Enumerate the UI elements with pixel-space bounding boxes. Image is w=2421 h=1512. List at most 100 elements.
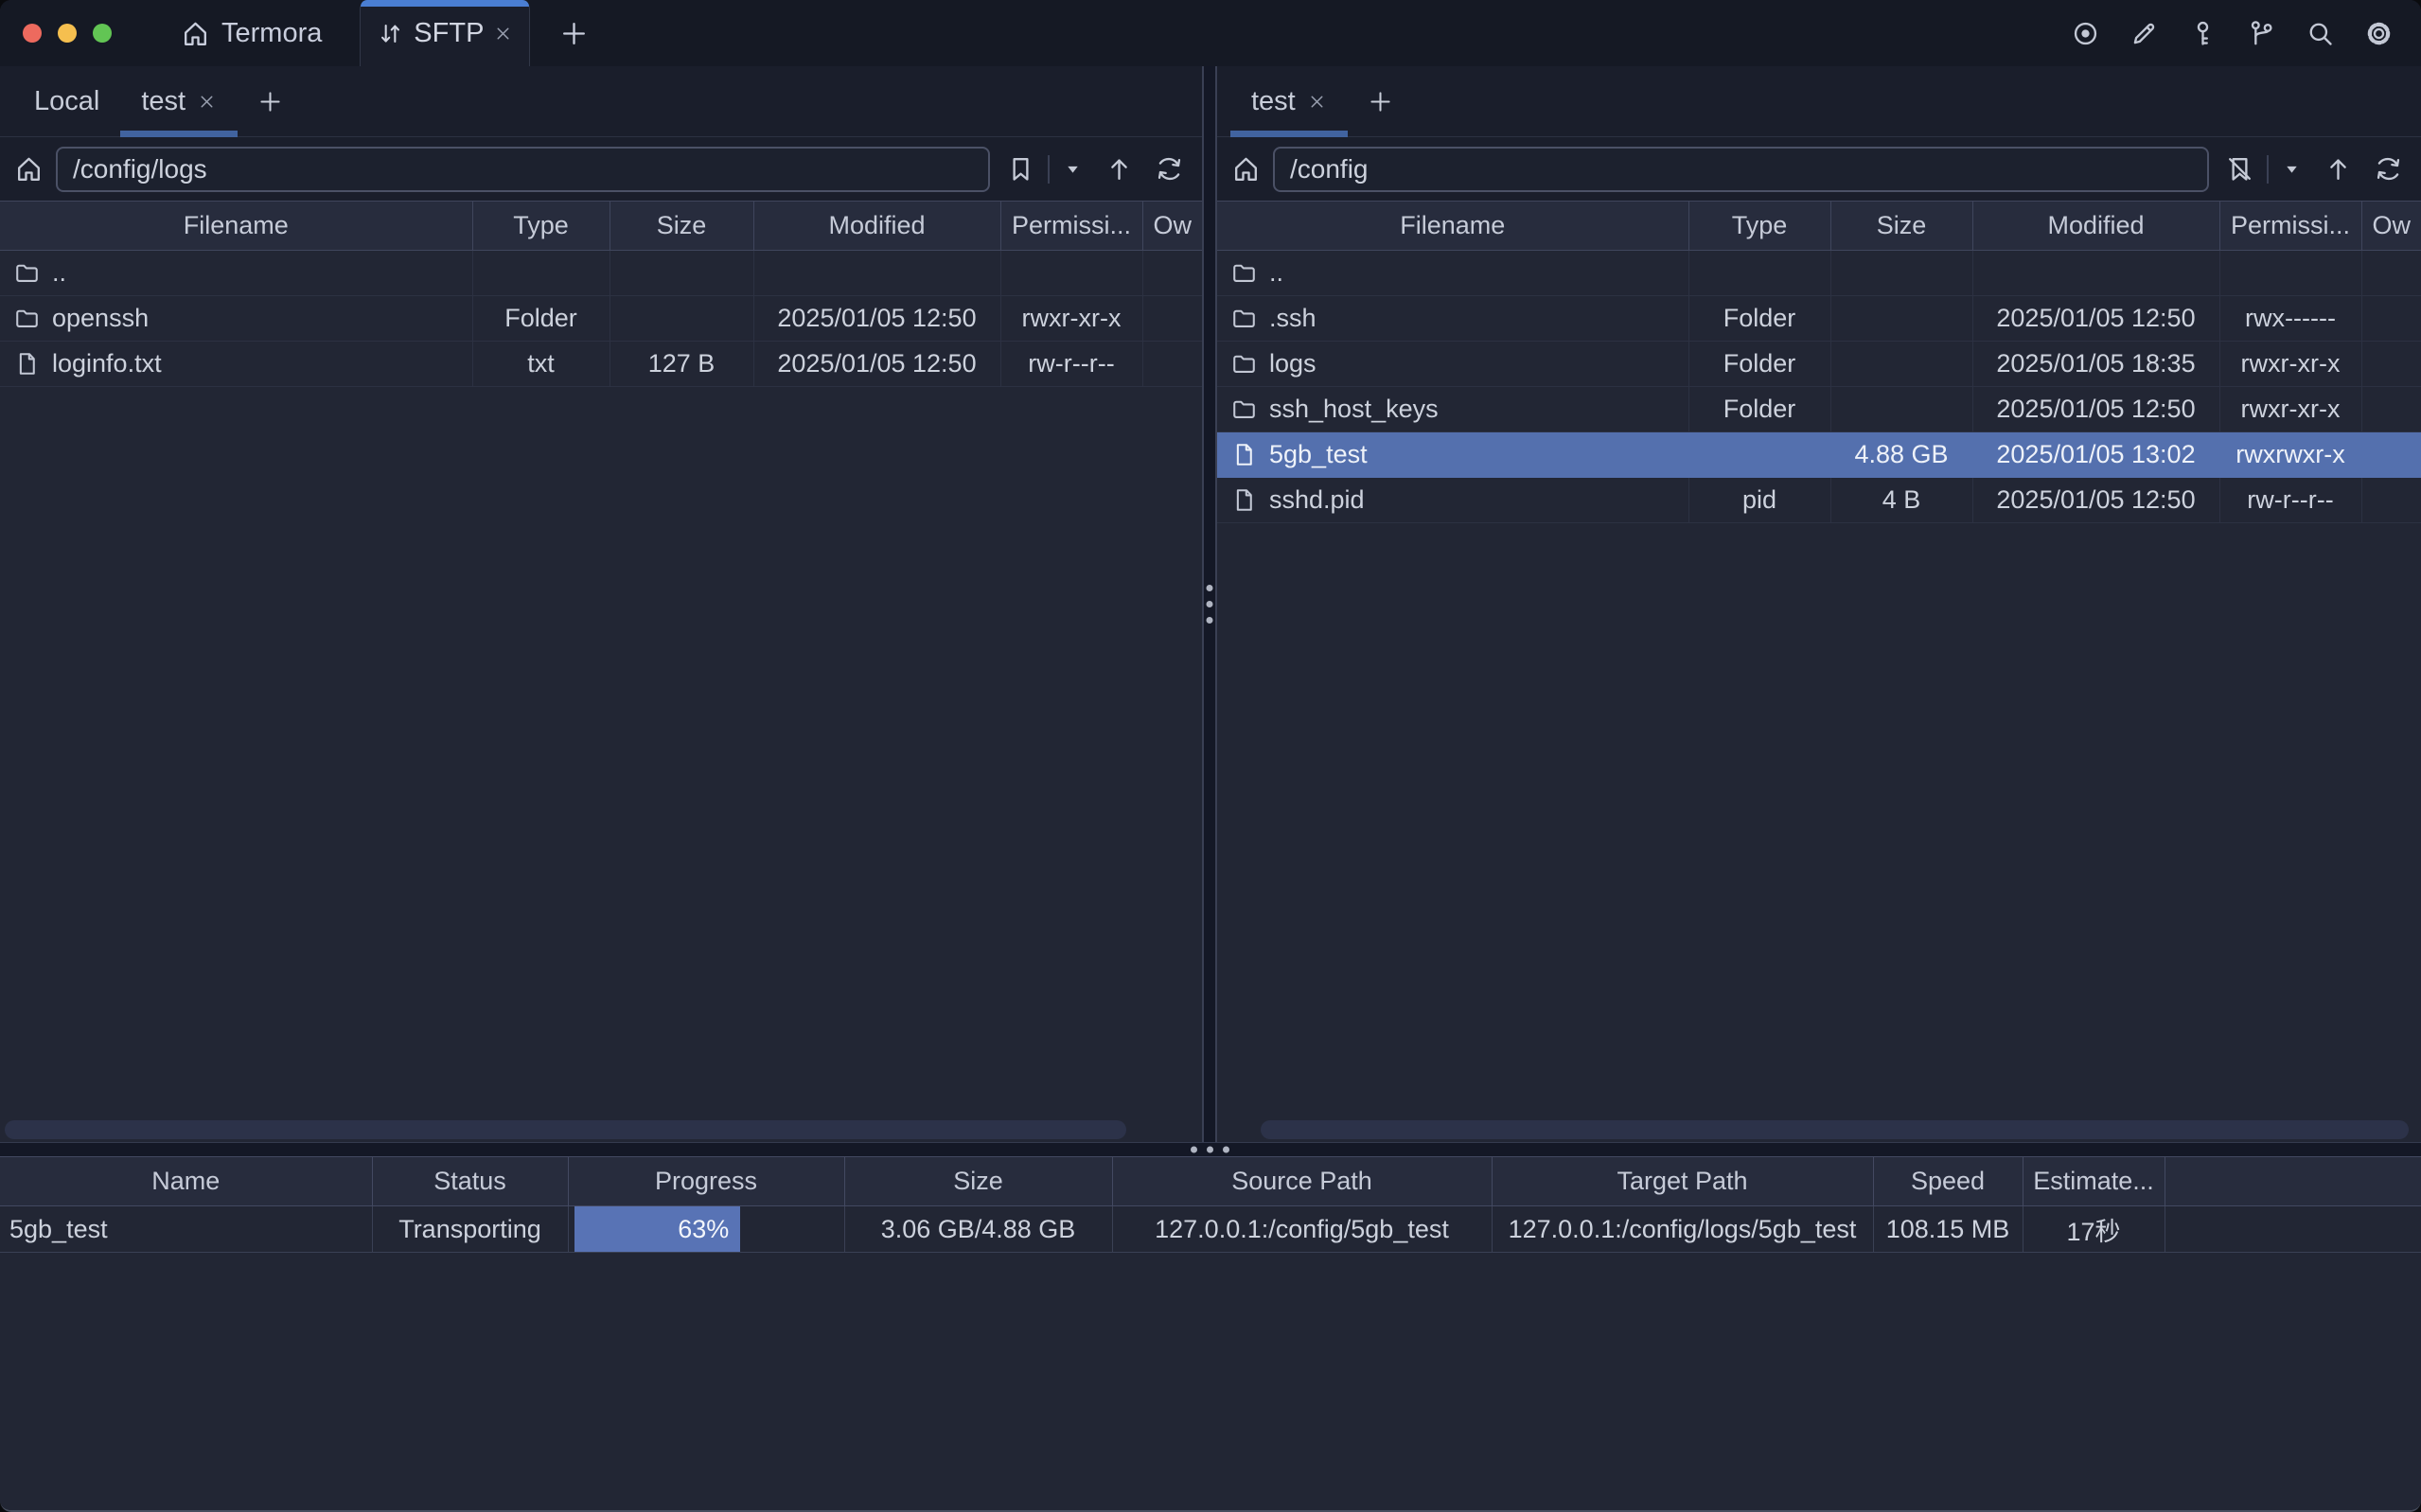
file-name: ssh_host_keys	[1269, 395, 1439, 424]
horizontal-splitter[interactable]	[0, 1142, 2421, 1156]
progress-bar: 63%	[574, 1206, 741, 1252]
transfer-column-progress[interactable]: Progress	[568, 1157, 844, 1206]
left-refresh-button[interactable]	[1150, 149, 1189, 188]
file-name: openssh	[52, 304, 149, 333]
file-name: 5gb_test	[1269, 440, 1368, 469]
branch-icon[interactable]	[2246, 18, 2277, 49]
folder-icon	[13, 259, 41, 287]
column-header-owner[interactable]: Ow	[2361, 202, 2421, 251]
transfer-column-estimate[interactable]: Estimate...	[2023, 1157, 2165, 1206]
right-refresh-button[interactable]	[2369, 149, 2408, 188]
transfer-column-extra	[2165, 1157, 2421, 1206]
file-row[interactable]: logs Folder 2025/01/05 18:35 rwxr-xr-x	[1217, 342, 2421, 387]
search-icon[interactable]	[2305, 18, 2336, 49]
close-icon[interactable]	[197, 92, 217, 112]
file-row[interactable]: .ssh Folder 2025/01/05 12:50 rwx------	[1217, 296, 2421, 342]
file-name: ..	[52, 258, 66, 288]
column-header-filename[interactable]: Filename	[0, 202, 472, 251]
transfer-column-source-path[interactable]: Source Path	[1112, 1157, 1492, 1206]
folder-icon	[1230, 350, 1258, 378]
column-header-modified[interactable]: Modified	[1972, 202, 2219, 251]
splitter-grip	[1191, 1147, 1229, 1153]
right-horizontal-scrollbar[interactable]	[1261, 1120, 2409, 1139]
folder-icon	[1230, 305, 1258, 332]
left-pane: Local test	[0, 66, 1202, 1142]
right-path-row	[1217, 137, 2421, 201]
close-icon[interactable]	[1307, 92, 1327, 112]
transfer-column-name[interactable]: Name	[0, 1157, 372, 1206]
column-header-filename[interactable]: Filename	[1217, 202, 1688, 251]
tab-termora[interactable]: Termora	[170, 0, 331, 66]
zoom-window-button[interactable]	[93, 24, 112, 43]
right-path-input[interactable]	[1273, 147, 2209, 192]
left-pane-empty-area	[0, 387, 1202, 1142]
file-icon	[1230, 486, 1258, 514]
file-name: loginfo.txt	[52, 349, 162, 378]
column-header-owner[interactable]: Ow	[1142, 202, 1202, 251]
file-row[interactable]: ..	[0, 251, 1202, 296]
plus-icon	[558, 18, 590, 49]
vertical-splitter[interactable]	[1202, 66, 1217, 1142]
transfer-column-status[interactable]: Status	[372, 1157, 568, 1206]
key-icon[interactable]	[2187, 18, 2218, 49]
right-file-table: Filename Type Size Modified Permissi... …	[1217, 201, 2421, 523]
file-name: .ssh	[1269, 304, 1317, 333]
close-window-button[interactable]	[23, 24, 42, 43]
column-header-type[interactable]: Type	[1688, 202, 1830, 251]
close-tab-icon[interactable]	[493, 24, 513, 44]
new-window-tab-button[interactable]	[558, 0, 590, 66]
column-header-permissions[interactable]: Permissi...	[1000, 202, 1142, 251]
bookmark-off-icon	[2224, 153, 2255, 185]
right-new-tab-button[interactable]	[1348, 66, 1413, 136]
column-header-size[interactable]: Size	[610, 202, 753, 251]
tab-termora-label: Termora	[221, 18, 322, 49]
file-row-selected[interactable]: 5gb_test 4.88 GB 2025/01/05 13:02 rwxrwx…	[1217, 432, 2421, 478]
right-up-directory-button[interactable]	[2319, 149, 2358, 188]
right-pane-tabbar: test	[1217, 66, 2421, 137]
tab-sftp[interactable]: SFTP	[360, 0, 530, 66]
file-row[interactable]: loginfo.txt txt 127 B 2025/01/05 12:50 r…	[0, 342, 1202, 387]
left-path-input[interactable]	[56, 147, 990, 192]
column-header-modified[interactable]: Modified	[753, 202, 1000, 251]
right-pane: test	[1217, 66, 2421, 1142]
sftp-dual-pane: Local test	[0, 66, 2421, 1142]
file-row[interactable]: sshd.pid pid 4 B 2025/01/05 12:50 rw-r--…	[1217, 478, 2421, 523]
left-bookmark-dropdown[interactable]	[1057, 153, 1088, 185]
transfer-column-speed[interactable]: Speed	[1873, 1157, 2023, 1206]
left-tab-test[interactable]: test	[120, 66, 238, 136]
home-icon[interactable]	[1230, 153, 1262, 185]
chevron-down-icon	[2280, 157, 2304, 181]
progress-cell[interactable]: 63%	[568, 1206, 844, 1253]
column-header-permissions[interactable]: Permissi...	[2219, 202, 2361, 251]
left-horizontal-scrollbar[interactable]	[5, 1120, 1126, 1139]
home-icon[interactable]	[13, 153, 44, 185]
right-bookmark-button[interactable]	[2220, 149, 2259, 188]
folder-icon	[13, 305, 41, 332]
right-bookmark-group	[2220, 149, 2307, 188]
right-bookmark-dropdown[interactable]	[2276, 153, 2307, 185]
edit-pencil-icon[interactable]	[2129, 18, 2160, 49]
transfer-column-target-path[interactable]: Target Path	[1492, 1157, 1873, 1206]
plus-icon	[1367, 88, 1394, 115]
minimize-window-button[interactable]	[58, 24, 77, 43]
left-bookmark-button[interactable]	[1001, 149, 1040, 188]
record-icon[interactable]	[2070, 18, 2101, 49]
left-up-directory-button[interactable]	[1100, 149, 1139, 188]
column-header-size[interactable]: Size	[1830, 202, 1972, 251]
left-tab-local[interactable]: Local	[13, 66, 120, 136]
folder-icon	[1230, 396, 1258, 423]
traffic-lights	[0, 0, 112, 66]
left-bookmark-group	[1001, 149, 1088, 188]
column-header-type[interactable]: Type	[472, 202, 610, 251]
left-path-row	[0, 137, 1202, 201]
file-row[interactable]: ssh_host_keys Folder 2025/01/05 12:50 rw…	[1217, 387, 2421, 432]
left-new-tab-button[interactable]	[238, 66, 303, 136]
file-row[interactable]: openssh Folder 2025/01/05 12:50 rwxr-xr-…	[0, 296, 1202, 342]
titlebar-actions	[2070, 0, 2421, 66]
transfer-row[interactable]: 5gb_test Transporting 63% 3.06 GB/4.88 G…	[0, 1206, 2421, 1253]
file-row[interactable]: ..	[1217, 251, 2421, 296]
arrow-up-icon	[1104, 153, 1135, 185]
right-tab-test[interactable]: test	[1230, 66, 1348, 136]
transfer-column-size[interactable]: Size	[844, 1157, 1112, 1206]
gear-icon[interactable]	[2363, 18, 2394, 49]
